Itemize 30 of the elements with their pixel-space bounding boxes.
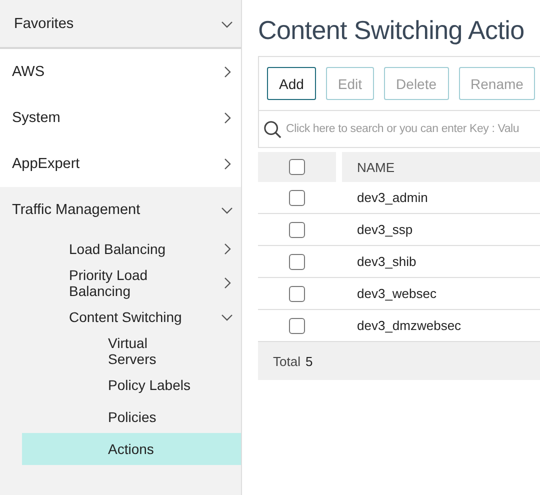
- row-checkbox[interactable]: [289, 318, 305, 334]
- nav-item[interactable]: Policies: [22, 401, 241, 433]
- nav-item[interactable]: Priority Load Balancing: [0, 265, 241, 301]
- nav-item[interactable]: Load Balancing: [0, 233, 241, 265]
- table-cell: dev3_admin: [357, 190, 428, 205]
- toolbar-button[interactable]: Add: [267, 67, 316, 100]
- nav-item[interactable]: AWS: [0, 49, 241, 95]
- nav-item[interactable]: Favorites: [0, 0, 241, 47]
- nav-item[interactable]: Actions: [22, 433, 241, 465]
- search-icon: [263, 120, 282, 139]
- page-title: Content Switching Actio: [258, 14, 526, 47]
- row-checkbox[interactable]: [289, 286, 305, 302]
- total-label: Total: [273, 354, 300, 368]
- nav-item[interactable]: AppExpert: [0, 141, 241, 187]
- row-checkbox[interactable]: [289, 222, 305, 238]
- total-count: 5: [305, 354, 313, 368]
- search-field[interactable]: Click here to search or you can enter Key : Valu: [258, 111, 540, 148]
- row-checkbox[interactable]: [289, 190, 305, 206]
- select-all-checkbox[interactable]: [289, 159, 305, 175]
- table-cell: dev3_ssp: [357, 222, 413, 237]
- nav-item[interactable]: Content Switching: [0, 301, 241, 333]
- nav-item[interactable]: Virtual Servers: [22, 333, 241, 369]
- nav-item[interactable]: Traffic Management: [0, 187, 241, 233]
- table-cell: dev3_websec: [357, 286, 436, 301]
- column-header[interactable]: NAME: [342, 152, 540, 182]
- nav-item[interactable]: System: [0, 95, 241, 141]
- table-cell: dev3_shib: [357, 254, 416, 269]
- table-cell: dev3_dmzwebsec: [357, 318, 462, 333]
- nav-item[interactable]: Policy Labels: [22, 369, 241, 401]
- row-checkbox[interactable]: [289, 254, 305, 270]
